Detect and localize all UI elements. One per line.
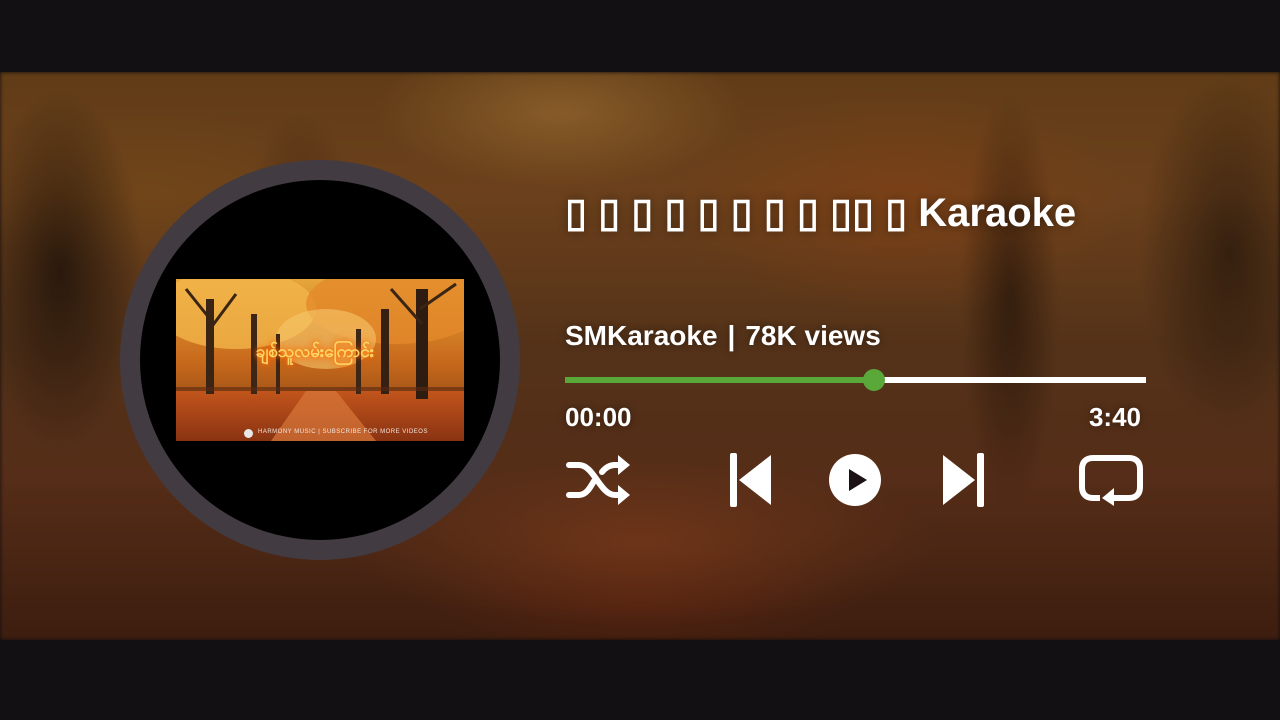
thumbnail-title: ချစ်သူလမ်းကြောင်း	[256, 342, 375, 362]
thumbnail-credit: HARMONY MUSIC | SUBSCRIBE FOR MORE VIDEO…	[258, 429, 428, 435]
total-time: 3:40	[1088, 402, 1141, 432]
repeat-icon	[1079, 455, 1143, 506]
previous-button[interactable]	[725, 448, 775, 512]
view-count: 78K views	[745, 320, 881, 351]
channel-name[interactable]: SMKaraoke	[565, 320, 718, 351]
letterbox-bottom	[0, 640, 1280, 720]
repeat-button[interactable]	[1077, 448, 1145, 512]
channel-logo-icon	[244, 429, 253, 438]
video-thumbnail: ချစ်သူလမ်းကြောင်း HARMONY MUSIC | SUBSCR…	[176, 279, 464, 441]
meta-separator: |	[727, 320, 736, 351]
album-disc: ချစ်သူလမ်းကြောင်း HARMONY MUSIC | SUBSCR…	[120, 160, 520, 560]
shuffle-button[interactable]	[565, 448, 633, 512]
next-button[interactable]	[939, 448, 989, 512]
play-button[interactable]	[827, 448, 883, 512]
track-title: ▯ ▯ ▯ ▯ ▯ ▯ ▯ ▯ ▯▯ ▯ Karaoke	[565, 191, 1077, 235]
album-disc-center: ချစ်သူလမ်းကြောင်း HARMONY MUSIC | SUBSCR…	[140, 180, 500, 540]
current-time: 00:00	[565, 402, 632, 432]
letterbox-top	[0, 0, 1280, 72]
play-icon	[829, 454, 881, 506]
track-meta: SMKaraoke | 78K views	[565, 320, 881, 352]
progress-handle[interactable]	[863, 369, 886, 391]
shuffle-icon	[566, 455, 630, 505]
progress-bar[interactable]	[565, 369, 1146, 391]
progress-fill	[565, 377, 875, 383]
skip-next-icon	[943, 453, 984, 507]
player-screen: ချစ်သူလမ်းကြောင်း HARMONY MUSIC | SUBSCR…	[0, 0, 1280, 720]
skip-previous-icon	[730, 453, 771, 507]
